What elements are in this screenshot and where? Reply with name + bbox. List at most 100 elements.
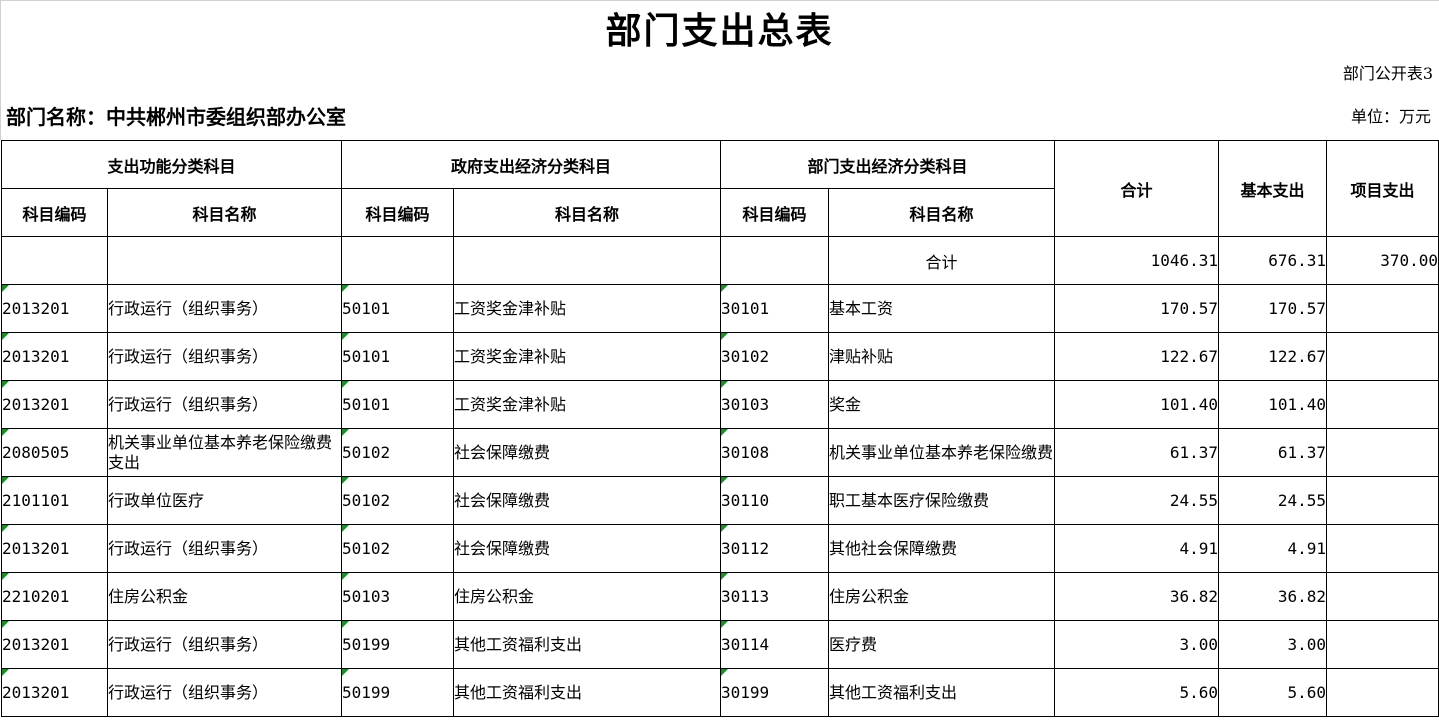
cell-gov-name[interactable]: 社会保障缴费	[453, 476, 721, 525]
cell-func-code[interactable]: 2013201	[1, 524, 108, 573]
department-name[interactable]: 部门名称：中共郴州市委组织部办公室	[6, 104, 346, 130]
cell-dept-code[interactable]: 30112	[720, 524, 829, 573]
cell-project[interactable]	[1326, 284, 1439, 333]
cell-total[interactable]: 170.57	[1054, 284, 1219, 333]
cell-total[interactable]: 36.82	[1054, 572, 1219, 621]
cell-basic[interactable]: 3.00	[1218, 620, 1327, 669]
cell-gov-code[interactable]: 50199	[341, 668, 454, 717]
header-project[interactable]: 项目支出	[1326, 140, 1439, 237]
cell-project[interactable]	[1326, 620, 1439, 669]
cell-gov-name[interactable]: 其他工资福利支出	[453, 668, 721, 717]
cell-func-name[interactable]: 行政单位医疗	[107, 476, 342, 525]
cell-project[interactable]	[1326, 524, 1439, 573]
unit-label[interactable]: 单位：万元	[1351, 106, 1431, 128]
total-amount-cell[interactable]: 1046.31	[1054, 236, 1219, 285]
cell-gov-code[interactable]: 50101	[341, 284, 454, 333]
cell-total[interactable]: 101.40	[1054, 380, 1219, 429]
cell-empty[interactable]	[1, 236, 108, 285]
cell-func-code[interactable]: 2101101	[1, 476, 108, 525]
cell-gov-name[interactable]: 社会保障缴费	[453, 428, 721, 477]
cell-total[interactable]: 4.91	[1054, 524, 1219, 573]
cell-dept-code[interactable]: 30108	[720, 428, 829, 477]
cell-dept-name[interactable]: 其他社会保障缴费	[828, 524, 1055, 573]
cell-dept-code[interactable]: 30102	[720, 332, 829, 381]
cell-basic[interactable]: 24.55	[1218, 476, 1327, 525]
cell-func-name[interactable]: 行政运行（组织事务）	[107, 620, 342, 669]
cell-dept-name[interactable]: 医疗费	[828, 620, 1055, 669]
cell-basic[interactable]: 170.57	[1218, 284, 1327, 333]
header-func-name[interactable]: 科目名称	[107, 188, 342, 237]
header-func-class[interactable]: 支出功能分类科目	[1, 140, 342, 189]
cell-gov-code[interactable]: 50102	[341, 524, 454, 573]
cell-total[interactable]: 24.55	[1054, 476, 1219, 525]
cell-dept-name[interactable]: 奖金	[828, 380, 1055, 429]
cell-func-code[interactable]: 2013201	[1, 380, 108, 429]
cell-dept-name[interactable]: 机关事业单位基本养老保险缴费	[828, 428, 1055, 477]
cell-gov-code[interactable]: 50101	[341, 332, 454, 381]
cell-basic[interactable]: 101.40	[1218, 380, 1327, 429]
cell-func-name[interactable]: 行政运行（组织事务）	[107, 524, 342, 573]
cell-empty[interactable]	[341, 236, 454, 285]
cell-gov-name[interactable]: 工资奖金津补贴	[453, 332, 721, 381]
cell-basic[interactable]: 61.37	[1218, 428, 1327, 477]
cell-gov-code[interactable]: 50103	[341, 572, 454, 621]
cell-func-name[interactable]: 行政运行（组织事务）	[107, 332, 342, 381]
cell-empty[interactable]	[720, 236, 829, 285]
header-basic[interactable]: 基本支出	[1218, 140, 1327, 237]
cell-basic[interactable]: 36.82	[1218, 572, 1327, 621]
cell-total[interactable]: 5.60	[1054, 668, 1219, 717]
cell-gov-code[interactable]: 50199	[341, 620, 454, 669]
cell-dept-name[interactable]: 津贴补贴	[828, 332, 1055, 381]
cell-func-name[interactable]: 住房公积金	[107, 572, 342, 621]
cell-project[interactable]	[1326, 332, 1439, 381]
header-dept-name[interactable]: 科目名称	[828, 188, 1055, 237]
header-gov-econ-class[interactable]: 政府支出经济分类科目	[341, 140, 721, 189]
cell-dept-name[interactable]: 住房公积金	[828, 572, 1055, 621]
cell-dept-code[interactable]: 30103	[720, 380, 829, 429]
header-total[interactable]: 合计	[1054, 140, 1219, 237]
cell-func-name[interactable]: 行政运行（组织事务）	[107, 284, 342, 333]
cell-dept-code[interactable]: 30101	[720, 284, 829, 333]
cell-dept-name[interactable]: 其他工资福利支出	[828, 668, 1055, 717]
total-label-cell[interactable]: 合计	[828, 236, 1055, 285]
cell-dept-name[interactable]: 职工基本医疗保险缴费	[828, 476, 1055, 525]
cell-gov-name[interactable]: 社会保障缴费	[453, 524, 721, 573]
cell-func-name[interactable]: 行政运行（组织事务）	[107, 380, 342, 429]
cell-gov-name[interactable]: 住房公积金	[453, 572, 721, 621]
cell-project[interactable]	[1326, 572, 1439, 621]
page-title[interactable]: 部门支出总表	[0, 6, 1439, 56]
header-dept-code[interactable]: 科目编码	[720, 188, 829, 237]
cell-empty[interactable]	[453, 236, 721, 285]
cell-basic[interactable]: 4.91	[1218, 524, 1327, 573]
cell-total[interactable]: 61.37	[1054, 428, 1219, 477]
header-gov-name[interactable]: 科目名称	[453, 188, 721, 237]
cell-dept-code[interactable]: 30114	[720, 620, 829, 669]
cell-total[interactable]: 122.67	[1054, 332, 1219, 381]
cell-project[interactable]	[1326, 476, 1439, 525]
cell-empty[interactable]	[107, 236, 342, 285]
cell-func-name[interactable]: 行政运行（组织事务）	[107, 668, 342, 717]
cell-func-code[interactable]: 2080505	[1, 428, 108, 477]
cell-gov-code[interactable]: 50102	[341, 428, 454, 477]
cell-gov-code[interactable]: 50102	[341, 476, 454, 525]
header-dept-econ-class[interactable]: 部门支出经济分类科目	[720, 140, 1055, 189]
cell-project[interactable]	[1326, 428, 1439, 477]
cell-total[interactable]: 3.00	[1054, 620, 1219, 669]
cell-gov-name[interactable]: 工资奖金津补贴	[453, 380, 721, 429]
cell-dept-code[interactable]: 30113	[720, 572, 829, 621]
cell-basic[interactable]: 5.60	[1218, 668, 1327, 717]
cell-project[interactable]	[1326, 380, 1439, 429]
cell-dept-code[interactable]: 30199	[720, 668, 829, 717]
cell-func-name[interactable]: 机关事业单位基本养老保险缴费支出	[107, 428, 342, 477]
form-number[interactable]: 部门公开表3	[1343, 64, 1433, 84]
header-func-code[interactable]: 科目编码	[1, 188, 108, 237]
total-project-cell[interactable]: 370.00	[1326, 236, 1439, 285]
cell-dept-name[interactable]: 基本工资	[828, 284, 1055, 333]
total-basic-cell[interactable]: 676.31	[1218, 236, 1327, 285]
cell-func-code[interactable]: 2013201	[1, 332, 108, 381]
cell-func-code[interactable]: 2210201	[1, 572, 108, 621]
cell-dept-code[interactable]: 30110	[720, 476, 829, 525]
cell-gov-code[interactable]: 50101	[341, 380, 454, 429]
cell-project[interactable]	[1326, 668, 1439, 717]
cell-func-code[interactable]: 2013201	[1, 668, 108, 717]
